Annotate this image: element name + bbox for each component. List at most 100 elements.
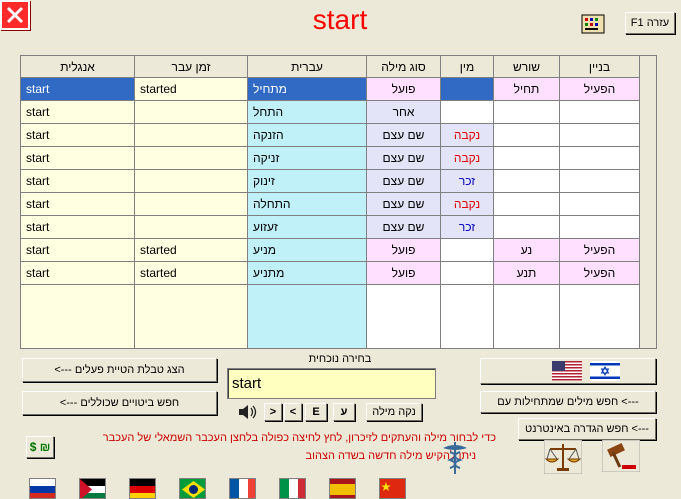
grid-cell-type[interactable]: שם עצם [367, 193, 441, 216]
grid-cell-gender[interactable] [441, 78, 494, 101]
instruction-note: כדי לבחור מילה והעתקים לזיכרון, לחץ לחיצ… [102, 432, 496, 444]
grid-cell-english[interactable]: start [21, 78, 135, 101]
grid-cell-gender[interactable] [441, 239, 494, 262]
grid-cell-gender[interactable] [441, 262, 494, 285]
grid-cell-type[interactable]: פועל [367, 262, 441, 285]
grid-cell-binyan[interactable]: הפעיל [560, 239, 639, 262]
close-icon [6, 6, 24, 24]
grid-cell-root[interactable] [494, 170, 560, 193]
grid-cell-past[interactable] [135, 101, 248, 124]
grid-cell-hebrew[interactable]: מניע [248, 239, 367, 262]
clear-word-button[interactable]: נקה מילה [366, 403, 422, 421]
grid-cell-gender[interactable]: נקבה [441, 147, 494, 170]
grid-cell-english[interactable]: start [21, 124, 135, 147]
grid-cell-gender[interactable] [441, 101, 494, 124]
prev-button[interactable]: < [284, 403, 302, 421]
grid-cell-past[interactable] [135, 147, 248, 170]
grid-cell-root[interactable] [494, 193, 560, 216]
grid-cell-english[interactable]: start [21, 239, 135, 262]
show-conjugation-table-button[interactable]: <--- הצג טבלת הטיית פעלים [22, 358, 217, 382]
grid-cell-binyan[interactable] [560, 193, 639, 216]
grid-cell-type[interactable]: שם עצם [367, 216, 441, 239]
search-internet-definition-button[interactable]: חפש הגדרה באינטרנט <--- [518, 418, 656, 440]
grid-cell-root[interactable]: תנע [494, 262, 560, 285]
grid-cell-english[interactable]: start [21, 147, 135, 170]
grid-cell-past[interactable] [135, 193, 248, 216]
grid-cell-past[interactable]: started [135, 262, 248, 285]
grid-cell-gender[interactable]: זכר [441, 170, 494, 193]
grid-cell-gender[interactable]: נקבה [441, 193, 494, 216]
grid-cell-root[interactable]: תחיל [494, 78, 560, 101]
grid-cell-english[interactable]: start [21, 170, 135, 193]
grid-cell-past[interactable]: started [135, 239, 248, 262]
grid-cell-past[interactable] [135, 170, 248, 193]
grid-cell-past[interactable] [135, 124, 248, 147]
speaker-icon[interactable] [236, 402, 260, 422]
grid-cell-binyan[interactable] [560, 147, 639, 170]
currency-button[interactable]: $ ₪ [26, 436, 54, 458]
grid-cell-type[interactable]: אחר [367, 101, 441, 124]
grid-cell-hebrew[interactable]: זעזוע [248, 216, 367, 239]
grid-cell-hebrew[interactable]: התחל [248, 101, 367, 124]
column-header-english[interactable]: אנגלית [21, 56, 135, 78]
grid-cell-type[interactable]: שם עצם [367, 147, 441, 170]
grid-cell-hebrew[interactable]: התחלה [248, 193, 367, 216]
help-button[interactable]: F1 עזרה [625, 12, 675, 34]
grid-scrollbar[interactable] [640, 55, 657, 349]
column-header-gender[interactable]: מין [441, 56, 494, 78]
spain-flag-icon[interactable] [329, 478, 356, 499]
english-button[interactable]: E [305, 403, 327, 421]
grid-cell-root[interactable] [494, 124, 560, 147]
caduceus-icon[interactable] [441, 440, 469, 476]
grid-cell-binyan[interactable] [560, 124, 639, 147]
column-header-hebrew[interactable]: עברית [248, 56, 367, 78]
grid-cell-binyan[interactable]: הפעיל [560, 262, 639, 285]
hebrew-button[interactable]: ע [333, 403, 355, 421]
keyboard-icon[interactable] [580, 12, 608, 36]
grid-cell-gender[interactable]: נקבה [441, 124, 494, 147]
grid-cell-english[interactable]: start [21, 193, 135, 216]
grid-cell-root[interactable] [494, 101, 560, 124]
china-flag-icon[interactable] [379, 478, 406, 499]
russia-flag-icon[interactable] [29, 478, 56, 499]
germany-flag-icon[interactable] [129, 478, 156, 499]
column-header-root[interactable]: שורש [494, 56, 560, 78]
language-direction-button[interactable] [480, 358, 656, 384]
grid-cell-gender[interactable]: זכר [441, 216, 494, 239]
grid-cell-hebrew[interactable]: מתחיל [248, 78, 367, 101]
grid-cell-english[interactable]: start [21, 216, 135, 239]
grid-cell-hebrew[interactable]: זניקה [248, 147, 367, 170]
grid-cell-type[interactable]: שם עצם [367, 124, 441, 147]
grid-cell-english[interactable]: start [21, 101, 135, 124]
scale-of-justice-icon[interactable] [544, 440, 582, 474]
grid-cell-past[interactable]: started [135, 78, 248, 101]
column-header-type[interactable]: סוג מילה [367, 56, 441, 78]
grid-cell-binyan[interactable] [560, 170, 639, 193]
grid-cell-binyan[interactable] [560, 216, 639, 239]
brazil-flag-icon[interactable] [179, 478, 206, 499]
next-button[interactable]: > [264, 403, 282, 421]
word-input[interactable]: start [227, 368, 436, 399]
column-header-binyan[interactable]: בניין [560, 56, 639, 78]
grid-cell-hebrew[interactable]: הזנקה [248, 124, 367, 147]
france-flag-icon[interactable] [229, 478, 256, 499]
grid-cell-type[interactable]: פועל [367, 239, 441, 262]
search-words-starting-button[interactable]: חפש מילים שמתחילות עם <--- [480, 391, 656, 413]
grid-cell-root[interactable] [494, 147, 560, 170]
grid-cell-hebrew[interactable]: מתניע [248, 262, 367, 285]
grid-cell-root[interactable] [494, 216, 560, 239]
italy-flag-icon[interactable] [279, 478, 306, 499]
grid-cell-type[interactable]: פועל [367, 78, 441, 101]
close-button[interactable] [0, 0, 30, 30]
grid-cell-type[interactable]: שם עצם [367, 170, 441, 193]
grid-cell-english[interactable]: start [21, 262, 135, 285]
grid-cell-binyan[interactable]: הפעיל [560, 78, 639, 101]
palestine-flag-icon[interactable] [79, 478, 106, 499]
column-header-past[interactable]: זמן עבר [135, 56, 248, 78]
grid-cell-root[interactable]: נע [494, 239, 560, 262]
search-idioms-button[interactable]: <--- חפש ביטויים שכוללים [22, 391, 217, 415]
grid-cell-binyan[interactable] [560, 101, 639, 124]
grid-cell-past[interactable] [135, 216, 248, 239]
gavel-icon[interactable] [602, 440, 640, 472]
grid-cell-hebrew[interactable]: זינוק [248, 170, 367, 193]
